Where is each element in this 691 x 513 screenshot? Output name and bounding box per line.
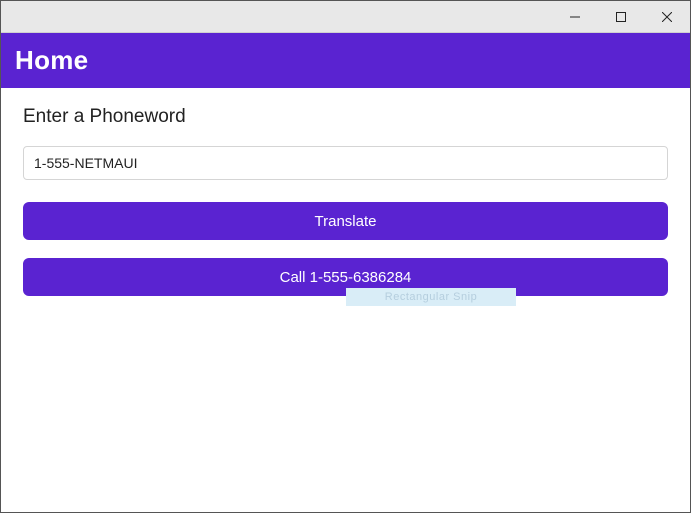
translate-button[interactable]: Translate (23, 202, 668, 240)
close-button[interactable] (644, 1, 690, 33)
minimize-button[interactable] (552, 1, 598, 33)
phoneword-label: Enter a Phoneword (23, 106, 668, 128)
close-icon (662, 12, 672, 22)
window-titlebar (1, 1, 690, 33)
phoneword-input[interactable] (23, 146, 668, 180)
restore-button[interactable] (598, 1, 644, 33)
restore-icon (616, 12, 626, 22)
app-header: Home (1, 33, 690, 88)
page-title: Home (15, 45, 676, 76)
snip-overlay: Rectangular Snip (346, 288, 516, 306)
minimize-icon (570, 12, 580, 22)
